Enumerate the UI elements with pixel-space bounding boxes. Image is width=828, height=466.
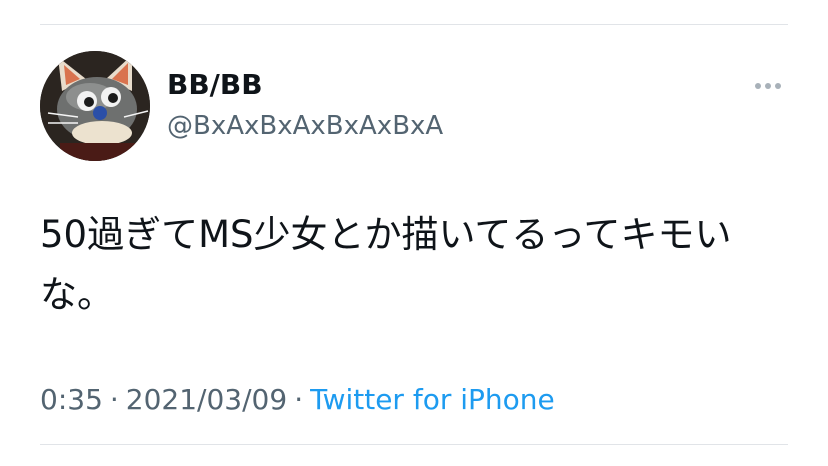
meta-separator: · — [109, 383, 119, 416]
tweet-meta: 0:35 · 2021/03/09 · Twitter for iPhone — [40, 380, 555, 420]
tweet-date[interactable]: 2021/03/09 — [126, 383, 287, 416]
meta-separator: · — [294, 383, 304, 416]
avatar-image — [40, 51, 150, 161]
tweet-source-link[interactable]: Twitter for iPhone — [310, 383, 555, 416]
avatar[interactable] — [40, 51, 150, 161]
more-options-button[interactable] — [748, 72, 788, 100]
bottom-divider — [40, 444, 788, 445]
user-handle[interactable]: @BxAxBxAxBxAxBxA — [167, 109, 443, 143]
tweet-time[interactable]: 0:35 — [40, 383, 103, 416]
tweet-text: 50過ぎてMS少女とか描いてるってキモいな。 — [40, 213, 732, 316]
more-options-icon — [755, 83, 781, 89]
display-name[interactable]: BB/BB — [167, 68, 263, 102]
top-divider — [40, 24, 788, 25]
